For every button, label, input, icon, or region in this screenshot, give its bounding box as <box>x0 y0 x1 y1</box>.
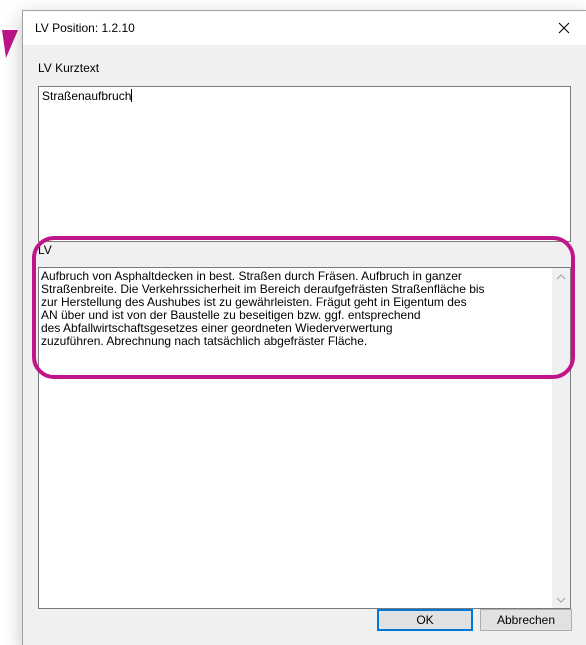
screenshot-stage: LV Position: 1.2.10 LV Kurztext Straßena… <box>0 0 586 645</box>
lv-text-field[interactable]: Aufbruch von Asphaltdecken in best. Stra… <box>38 267 571 609</box>
lv-position-dialog: LV Position: 1.2.10 LV Kurztext Straßena… <box>22 10 586 645</box>
title-bar: LV Position: 1.2.10 <box>23 11 586 45</box>
kurztext-field[interactable]: Straßenaufbruch <box>38 86 571 242</box>
ok-button[interactable]: OK <box>377 609 473 631</box>
chevron-down-icon <box>556 597 566 603</box>
close-icon <box>558 22 570 34</box>
text-caret <box>131 89 133 102</box>
kurztext-value: Straßenaufbruch <box>42 89 132 103</box>
kurztext-label: LV Kurztext <box>38 61 100 75</box>
scroll-down-button[interactable] <box>552 591 570 608</box>
close-button[interactable] <box>542 11 586 45</box>
chevron-up-icon <box>556 273 566 279</box>
lv-label: LV <box>38 243 52 257</box>
scroll-up-button[interactable] <box>552 268 570 285</box>
window-title: LV Position: 1.2.10 <box>35 21 135 35</box>
pointer-arrow-icon <box>2 30 18 58</box>
vertical-scrollbar[interactable] <box>551 268 570 608</box>
cancel-button[interactable]: Abbrechen <box>480 609 572 631</box>
lv-text-value: Aufbruch von Asphaltdecken in best. Stra… <box>41 269 485 348</box>
